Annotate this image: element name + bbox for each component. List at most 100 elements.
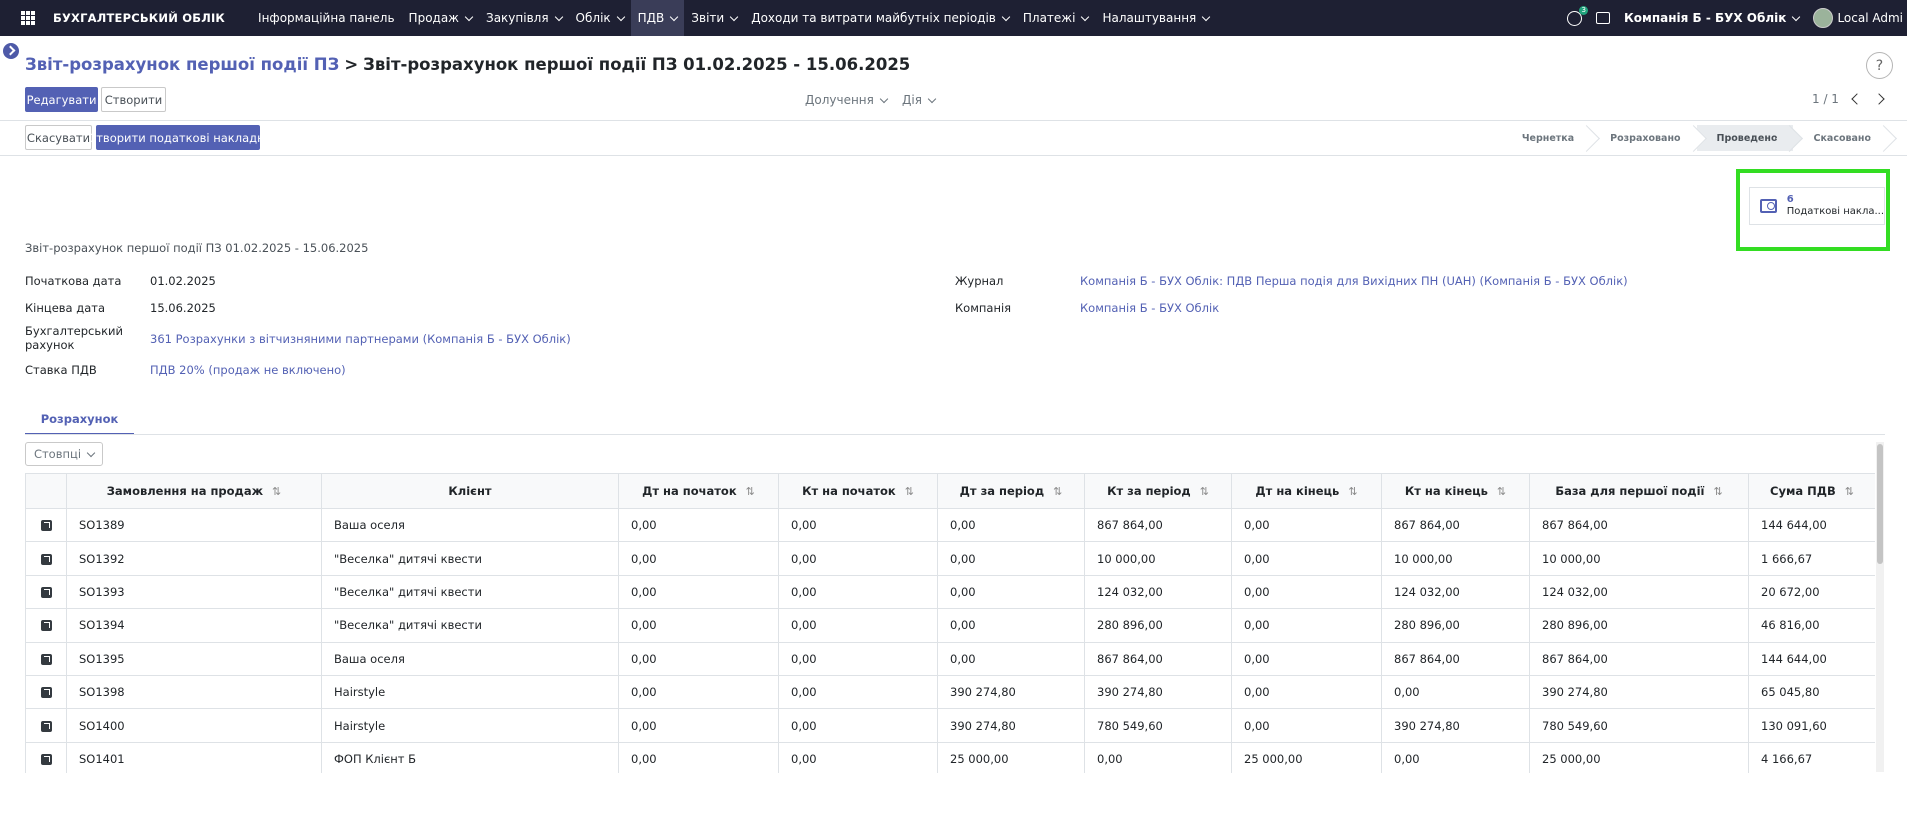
table-cell: SO1389 bbox=[66, 507, 322, 543]
company-switcher[interactable]: Компанія Б - БУХ Облік bbox=[1624, 11, 1801, 25]
help-button[interactable]: ? bbox=[1866, 52, 1893, 79]
table-scrollbar[interactable] bbox=[1876, 442, 1884, 772]
column-header[interactable]: Дт на кінець ⇅ bbox=[1231, 473, 1382, 509]
external-link-icon[interactable] bbox=[40, 653, 52, 665]
external-link-icon[interactable] bbox=[40, 753, 52, 765]
smart-button-count: 6 bbox=[1786, 194, 1794, 205]
account-value-link[interactable]: 361 Розрахунки з вітчизняними партнерами… bbox=[150, 332, 571, 346]
account-label: Бухгалтерський рахунок bbox=[25, 324, 124, 352]
scrollbar-thumb[interactable] bbox=[1877, 444, 1883, 564]
row-open-cell[interactable] bbox=[25, 574, 67, 610]
menu-item[interactable]: Звіти bbox=[684, 0, 744, 36]
external-link-icon[interactable] bbox=[40, 586, 52, 598]
table-row[interactable]: SO1392 "Веселка" дитячі квести 0,00 0,00 0,0… bbox=[25, 541, 1875, 576]
page-title: Звіт-розрахунок першої події ПЗ 01.02.20… bbox=[363, 55, 911, 74]
sort-icon[interactable]: ⇅ bbox=[1713, 485, 1722, 498]
sort-icon[interactable]: ⇅ bbox=[1348, 485, 1357, 498]
external-link-icon[interactable] bbox=[40, 520, 52, 532]
end-date-value[interactable]: 15.06.2025 bbox=[150, 301, 216, 315]
menu-item[interactable]: Доходи та витрати майбутніх періодів bbox=[744, 0, 1016, 36]
table-row[interactable]: SO1398 Hairstyle 0,00 0,00 390 274,80 390 274… bbox=[25, 674, 1875, 710]
row-open-cell[interactable] bbox=[25, 608, 67, 643]
column-header[interactable]: Кт на початок ⇅ bbox=[778, 473, 938, 509]
breadcrumb-parent-link[interactable]: Звіт-розрахунок першої події ПЗ bbox=[25, 55, 339, 74]
status-stage[interactable]: Проведено bbox=[1696, 125, 1794, 151]
sort-icon[interactable]: ⇅ bbox=[1845, 485, 1854, 498]
menu-item[interactable]: Платежі bbox=[1016, 0, 1096, 36]
column-header-label: База для першої події bbox=[1555, 484, 1705, 498]
column-header[interactable]: Дт на початок ⇅ bbox=[618, 473, 779, 509]
column-header[interactable]: Замовлення на продаж ⇅ bbox=[66, 473, 322, 509]
user-name[interactable]: Local Admi bbox=[1837, 11, 1903, 25]
row-open-cell[interactable] bbox=[25, 507, 67, 543]
apps-grid-icon[interactable] bbox=[21, 11, 35, 25]
menu-item[interactable]: Налаштування bbox=[1095, 0, 1216, 36]
table-row[interactable]: SO1401 ФОП Клієнт Б 0,00 0,00 25 000,00 0,00 2… bbox=[25, 741, 1875, 773]
sort-icon[interactable]: ⇅ bbox=[1497, 485, 1506, 498]
pager-value[interactable]: 1 / 1 bbox=[1812, 92, 1839, 106]
menu-item[interactable]: Закупівля bbox=[479, 0, 569, 36]
table-cell: 0,00 bbox=[778, 541, 938, 576]
vat-rate-value-link[interactable]: ПДВ 20% (продаж не включено) bbox=[150, 363, 346, 377]
create-tax-invoices-button[interactable]: Створити податкові накладні bbox=[88, 125, 268, 150]
pager-next-icon[interactable] bbox=[1873, 93, 1885, 105]
action-dropdown[interactable]: Дія bbox=[902, 93, 937, 107]
menu-item[interactable]: ПДВ bbox=[630, 0, 685, 36]
status-stage[interactable]: Розраховано bbox=[1590, 125, 1697, 151]
create-button[interactable]: Створити bbox=[101, 87, 166, 112]
table-row[interactable]: SO1395 Ваша оселя 0,00 0,00 0,00 867 864,00 0,… bbox=[25, 641, 1875, 676]
tab-calculation[interactable]: Розрахунок bbox=[25, 405, 134, 435]
sort-icon[interactable]: ⇅ bbox=[1200, 485, 1209, 498]
row-open-cell[interactable] bbox=[25, 541, 67, 576]
menu-item[interactable]: Облік bbox=[569, 0, 631, 36]
app-brand[interactable]: БУХГАЛТЕРСЬКИЙ ОБЛІК bbox=[53, 11, 225, 25]
external-link-icon[interactable] bbox=[40, 553, 52, 565]
row-open-cell[interactable] bbox=[25, 641, 67, 676]
sort-icon[interactable]: ⇅ bbox=[272, 485, 281, 498]
start-date-value[interactable]: 01.02.2025 bbox=[150, 274, 216, 288]
company-value-link[interactable]: Компанія Б - БУХ Облік bbox=[1080, 301, 1219, 315]
chevron-down-icon bbox=[616, 12, 625, 21]
external-link-icon[interactable] bbox=[40, 720, 52, 732]
table-cell: 46 816,00 bbox=[1748, 608, 1875, 643]
table-cell: 0,00 bbox=[618, 608, 779, 643]
column-header[interactable]: Кт за період ⇅ bbox=[1084, 473, 1232, 509]
sort-icon[interactable]: ⇅ bbox=[1053, 485, 1062, 498]
sidebar-toggle-icon[interactable] bbox=[3, 43, 19, 59]
table-row[interactable]: SO1389 Ваша оселя 0,00 0,00 0,00 867 864,00 0,… bbox=[25, 507, 1875, 543]
menu-item[interactable]: Продаж bbox=[402, 0, 479, 36]
table-cell: 0,00 bbox=[778, 608, 938, 643]
sort-icon[interactable]: ⇅ bbox=[905, 485, 914, 498]
main-menu: Інформаційна панель Продаж Закупівля Облік П… bbox=[251, 0, 1216, 36]
chevron-down-icon bbox=[879, 94, 889, 103]
column-header[interactable]: Кт на кінець ⇅ bbox=[1381, 473, 1530, 509]
row-open-cell[interactable] bbox=[25, 741, 67, 773]
chat-icon[interactable] bbox=[1595, 12, 1610, 24]
sort-icon[interactable]: ⇅ bbox=[746, 485, 755, 498]
status-stage[interactable]: Чернетка bbox=[1501, 125, 1591, 151]
column-header[interactable]: Дт за період ⇅ bbox=[937, 473, 1085, 509]
table-cell: 0,00 bbox=[1231, 674, 1382, 710]
column-header[interactable]: База для першої події ⇅ bbox=[1529, 473, 1749, 509]
table-row[interactable]: SO1400 Hairstyle 0,00 0,00 390 274,80 780 549… bbox=[25, 708, 1875, 743]
columns-button[interactable]: Стовпці bbox=[25, 442, 103, 466]
tax-invoices-smart-button[interactable]: 6 Податкові накла... bbox=[1749, 187, 1885, 225]
pager-previous-icon[interactable] bbox=[1851, 93, 1863, 105]
row-open-cell[interactable] bbox=[25, 708, 67, 743]
column-header[interactable]: Сума ПДВ ⇅ bbox=[1748, 473, 1875, 509]
cancel-button[interactable]: Скасувати bbox=[25, 125, 92, 150]
row-open-cell[interactable] bbox=[25, 674, 67, 710]
menu-item[interactable]: Інформаційна панель bbox=[251, 0, 402, 36]
column-header[interactable]: Клієнт bbox=[321, 473, 619, 509]
activity-clock-icon[interactable]: 3 bbox=[1566, 5, 1588, 26]
external-link-icon[interactable] bbox=[40, 620, 52, 632]
table-row[interactable]: SO1393 "Веселка" дитячі квести 0,00 0,00 0,0… bbox=[25, 574, 1875, 610]
edit-button[interactable]: Редагувати bbox=[25, 87, 98, 112]
avatar[interactable] bbox=[1813, 8, 1834, 28]
table-row[interactable]: SO1394 "Веселка" дитячі квести 0,00 0,00 0,0… bbox=[25, 608, 1875, 643]
external-link-icon[interactable] bbox=[40, 687, 52, 699]
vat-rate-label: Ставка ПДВ bbox=[25, 363, 97, 377]
attachments-dropdown[interactable]: Долучення bbox=[805, 93, 889, 107]
journal-value-link[interactable]: Компанія Б - БУХ Облік: ПДВ Перша подія … bbox=[1080, 274, 1628, 288]
status-stage[interactable]: Скасовано bbox=[1793, 125, 1887, 151]
